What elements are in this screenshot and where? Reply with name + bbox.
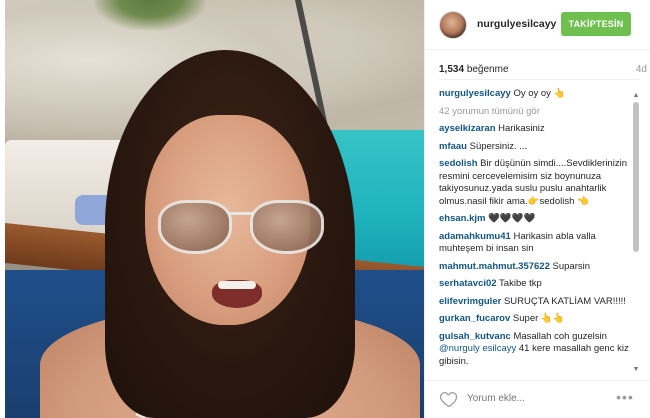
person-selfie [40, 40, 420, 418]
comment-item: ehsan.kjm 🖤🖤🖤🖤 [439, 213, 641, 226]
comment-username[interactable]: ehsan.kjm [439, 213, 485, 224]
view-all-comments-link[interactable]: 42 yorumun tümünü gör [439, 106, 641, 119]
sunglasses-lens-right [250, 200, 324, 254]
likes-count[interactable]: 1,534 beğenme [439, 64, 509, 75]
comment-item: elifevrimguler SURUÇTA KATLİAM VAR!!!!! [439, 296, 641, 309]
comment-text: Suparsin [549, 260, 591, 272]
post-photo[interactable] [5, 0, 424, 418]
comment-mention[interactable]: @nurguly esilcayy [439, 343, 516, 354]
comment-text: Harikasiniz [495, 123, 545, 134]
scroll-down-icon[interactable]: ▼ [632, 366, 640, 374]
comment-text: SURUÇTA KATLİAM VAR!!!!! [501, 295, 626, 307]
comment-item: mfaau Süpersiniz. ... [439, 141, 641, 154]
comment-item: gulsah_kutvanc Masallah coh guzelsin @nu… [439, 331, 641, 369]
comments-scrollbar[interactable]: ▲ ▼ [632, 92, 640, 374]
likes-word: beğenme [466, 64, 509, 75]
comment-username[interactable]: sedolish [439, 158, 478, 169]
comment-item: serhatavci02 Takibe tkp [439, 278, 641, 291]
comment-text: 🖤🖤🖤🖤 [485, 213, 536, 224]
comment-caption: nurgulyesilcayy Oy oy oy 👆 [439, 88, 641, 101]
follow-button[interactable]: TAKİPTESİN [561, 12, 631, 36]
scroll-up-icon[interactable]: ▲ [632, 92, 640, 100]
likes-number: 1,534 [439, 64, 465, 75]
post-time[interactable]: 4d [636, 64, 647, 75]
comment-username[interactable]: gurkan_fucarov [439, 313, 510, 324]
comment-item: mahmut.mahmut.357622 Suparsin [439, 261, 641, 274]
sunglasses [158, 200, 328, 260]
post-header: nurgulyesilcayy TAKİPTESİN [425, 0, 650, 50]
comment-username[interactable]: nurgulyesilcayy [439, 88, 511, 99]
scroll-thumb[interactable] [633, 102, 639, 252]
comment-text: Takibe tkp [496, 278, 542, 289]
comment-text: Super 👆👆 [510, 313, 565, 324]
comment-username[interactable]: adamahkumu41 [439, 231, 511, 242]
comment-username[interactable]: gulsah_kutvanc [439, 331, 511, 342]
post-username[interactable]: nurgulyesilcayy [477, 18, 556, 30]
comment-username[interactable]: serhatavci02 [439, 278, 497, 289]
greenery [95, 0, 205, 30]
comment-username[interactable]: mahmut.mahmut.357622 [439, 261, 550, 272]
comment-username[interactable]: elifevrimguler [439, 296, 501, 307]
sunglasses-lens-left [158, 200, 232, 254]
avatar[interactable] [439, 11, 467, 39]
comment-text: Süpersiniz. ... [466, 140, 528, 152]
comment-item: ayselkizaran Harikasiniz [439, 123, 641, 136]
likes-row: 1,534 beğenme 4d [439, 64, 647, 80]
comment-item: adamahkumu41 Harikasin abla valla muhteş… [439, 231, 641, 256]
add-comment-input[interactable] [467, 389, 607, 409]
comment-item: sedolish Bir düşünün simdi....Sevdikleri… [439, 158, 641, 208]
comments-list: nurgulyesilcayy Oy oy oy 👆 42 yorumun tü… [439, 88, 641, 374]
comment-text: Oy oy oy 👆 [510, 88, 566, 99]
more-options-icon[interactable]: ••• [615, 389, 635, 409]
comment-footer: ••• [425, 380, 650, 418]
teeth [218, 281, 256, 289]
heart-outline-icon[interactable] [439, 389, 459, 409]
post-side-panel: nurgulyesilcayy TAKİPTESİN 1,534 beğenme… [424, 0, 650, 418]
comment-username[interactable]: ayselkizaran [439, 123, 496, 134]
comment-username[interactable]: mfaau [439, 141, 467, 152]
comment-text: Masallah coh guzelsin [510, 330, 607, 342]
comment-item: gurkan_fucarov Super 👆👆 [439, 313, 641, 326]
